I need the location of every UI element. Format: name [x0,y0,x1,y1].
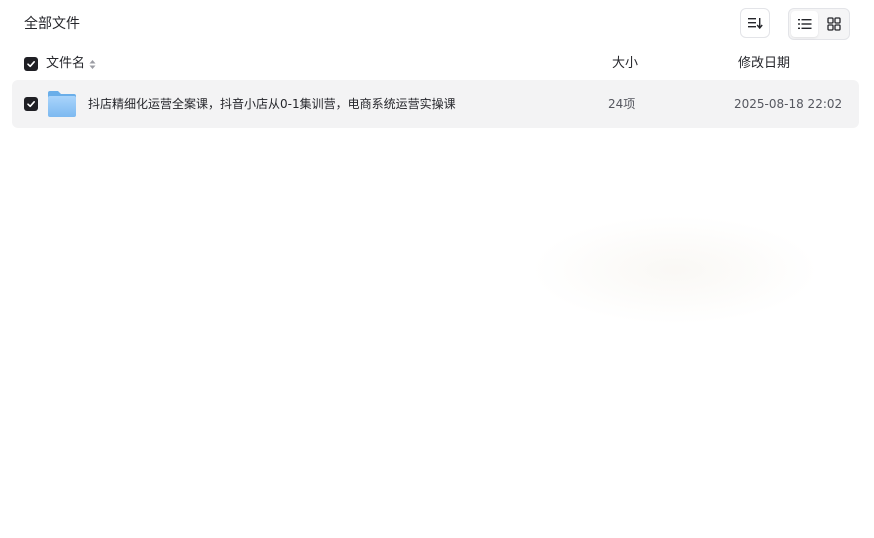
grid-view-button[interactable] [820,11,847,37]
row-checkbox[interactable] [24,97,38,111]
column-header-name-label: 文件名 [46,56,86,71]
column-header-name[interactable]: 文件名 [46,54,96,74]
column-header-date[interactable]: 修改日期 [738,54,790,74]
sort-button[interactable] [740,8,770,38]
breadcrumb[interactable]: 全部文件 [24,14,80,34]
breadcrumb-label[interactable]: 全部文件 [24,16,80,32]
grid-view-icon [826,17,841,31]
column-header-size[interactable]: 大小 [612,54,638,74]
list-view-button[interactable] [791,11,818,37]
table-row[interactable]: 抖店精细化运营全案课，抖音小店从0-1集训营，电商系统运营实操课 24项 202… [12,80,859,128]
sort-descending-icon [748,18,763,30]
checkmark-icon [27,101,35,108]
view-toggle [788,8,850,40]
table-header: 文件名 大小 修改日期 [12,48,859,80]
top-toolbar: 全部文件 [0,0,874,48]
folder-icon [48,91,76,117]
file-name[interactable]: 抖店精细化运营全案课，抖音小店从0-1集训营，电商系统运营实操课 [88,94,456,114]
select-all-checkbox[interactable] [24,57,38,71]
background-glow [530,215,820,325]
checkmark-icon [27,61,35,68]
file-modified-date: 2025-08-18 22:02 [734,97,843,111]
sort-toggle-icon [89,58,96,70]
file-size: 24项 [608,97,636,111]
list-view-icon [797,19,811,29]
